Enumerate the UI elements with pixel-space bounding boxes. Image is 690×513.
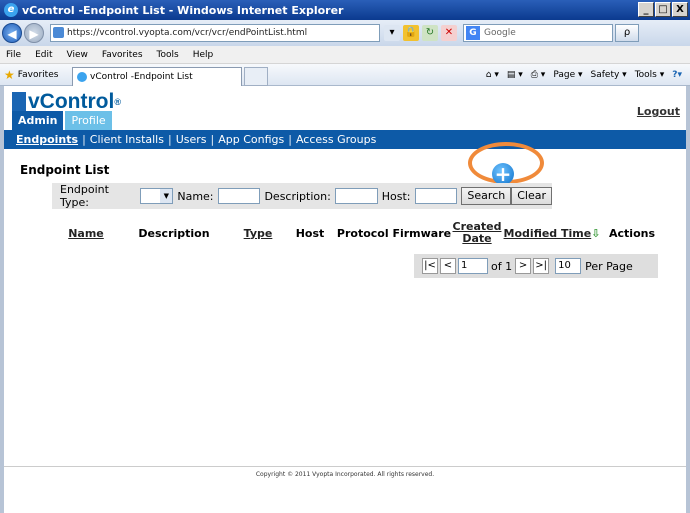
host-label: Host: bbox=[381, 189, 411, 203]
browser-tab[interactable]: vControl -Endpoint List bbox=[72, 66, 242, 86]
logo-mark-icon bbox=[12, 92, 26, 112]
ie-icon: e bbox=[4, 3, 18, 17]
window-title: vControl -Endpoint List - Windows Intern… bbox=[22, 3, 344, 17]
command-bar: ⌂ ▾ ▤ ▾ ⎙ ▾ Page ▾ Safety ▾ Tools ▾ ?▾ bbox=[486, 70, 690, 80]
menu-file[interactable]: File bbox=[6, 50, 21, 60]
col-type[interactable]: Type bbox=[232, 227, 284, 240]
url-text: https://vcontrol.vyopta.com/vcr/vcr/endP… bbox=[67, 28, 308, 38]
page-of-label: of 1 bbox=[491, 259, 513, 273]
page-title: Endpoint List bbox=[20, 163, 110, 177]
endpoint-type-select[interactable] bbox=[139, 188, 174, 204]
col-actions: Actions bbox=[609, 226, 655, 240]
host-input[interactable] bbox=[414, 188, 458, 204]
page-number-input[interactable]: 1 bbox=[458, 258, 488, 274]
minimize-button[interactable]: _ bbox=[638, 2, 654, 17]
favorites-bar: ★ Favorites vControl -Endpoint List ⌂ ▾ … bbox=[0, 64, 690, 86]
menu-view[interactable]: View bbox=[67, 50, 88, 60]
refresh-icon[interactable]: ↻ bbox=[422, 25, 438, 41]
per-page-input[interactable]: 10 bbox=[555, 258, 582, 274]
window-titlebar: e vControl -Endpoint List - Windows Inte… bbox=[0, 0, 690, 20]
tab-title: vControl -Endpoint List bbox=[90, 71, 193, 82]
name-label: Name: bbox=[177, 189, 214, 203]
app-content: vControl ® Admin Profile Logout Endpoints… bbox=[0, 86, 690, 513]
endpoint-type-label: Endpoint Type: bbox=[60, 183, 109, 209]
address-tools: ▾ 🔒 ↻ ✕ bbox=[384, 25, 457, 41]
subnav-users[interactable]: Users bbox=[172, 133, 211, 146]
feeds-icon[interactable]: ▤ ▾ bbox=[507, 70, 523, 80]
subnav-app-configs[interactable]: App Configs bbox=[214, 133, 288, 146]
search-go-icon[interactable]: ρ bbox=[615, 24, 639, 42]
pagination: |< < 1 of 1 > >| 10 Per Page bbox=[414, 254, 658, 278]
description-input[interactable] bbox=[334, 188, 378, 204]
sub-navigation: Endpoints | Client Installs | Users | App C… bbox=[4, 130, 686, 149]
favorites-label: Favorites bbox=[17, 69, 59, 80]
home-icon[interactable]: ⌂ ▾ bbox=[486, 70, 499, 80]
col-protocol-firmware: Protocol Firmware bbox=[336, 226, 452, 240]
next-page-button[interactable]: > bbox=[515, 258, 532, 274]
stop-icon[interactable]: ✕ bbox=[441, 25, 457, 41]
back-icon[interactable]: ◀ bbox=[2, 23, 22, 43]
google-icon: G bbox=[466, 26, 480, 40]
search-input[interactable]: G Google bbox=[463, 24, 613, 42]
filter-bar: Endpoint Type: Name: Description: Host: … bbox=[52, 183, 552, 209]
per-page-label: Per Page bbox=[585, 259, 633, 273]
table-header: Name Description Type Host Protocol Firm… bbox=[56, 221, 676, 245]
address-input[interactable]: https://vcontrol.vyopta.com/vcr/vcr/endP… bbox=[50, 24, 380, 42]
menu-edit[interactable]: Edit bbox=[35, 50, 52, 60]
first-page-button[interactable]: |< bbox=[422, 258, 438, 274]
tab-ie-icon bbox=[77, 71, 87, 82]
name-input[interactable] bbox=[217, 188, 261, 204]
page-icon bbox=[53, 27, 64, 38]
menu-favorites[interactable]: Favorites bbox=[102, 50, 143, 60]
col-host: Host bbox=[295, 226, 325, 240]
logout-link[interactable]: Logout bbox=[637, 105, 680, 118]
col-created-date[interactable]: Created Date bbox=[452, 221, 502, 245]
close-button[interactable]: X bbox=[672, 2, 688, 17]
print-icon[interactable]: ⎙ ▾ bbox=[531, 70, 546, 80]
page-menu[interactable]: Page ▾ bbox=[553, 70, 582, 80]
search-placeholder: Google bbox=[484, 28, 516, 38]
tab-profile[interactable]: Profile bbox=[65, 111, 112, 130]
clear-button[interactable]: Clear bbox=[511, 187, 552, 205]
tools-menu[interactable]: Tools ▾ bbox=[635, 70, 665, 80]
subnav-client-installs[interactable]: Client Installs bbox=[86, 133, 168, 146]
app-tabs: Admin Profile bbox=[12, 111, 112, 130]
safety-menu[interactable]: Safety ▾ bbox=[591, 70, 627, 80]
last-page-button[interactable]: >| bbox=[533, 258, 550, 274]
maximize-button[interactable]: □ bbox=[655, 2, 671, 17]
address-toolbar: ◀ ▶ https://vcontrol.vyopta.com/vcr/vcr/… bbox=[0, 20, 690, 46]
copyright-footer: Copyright © 2011 Vyopta Incorporated. Al… bbox=[4, 466, 686, 478]
col-modified-time[interactable]: Modified Time bbox=[504, 227, 592, 240]
description-label: Description: bbox=[264, 189, 331, 203]
menu-bar: File Edit View Favorites Tools Help bbox=[0, 46, 690, 64]
forward-icon[interactable]: ▶ bbox=[24, 23, 44, 43]
prev-page-button[interactable]: < bbox=[440, 258, 456, 274]
sort-down-icon: ⇩ bbox=[591, 226, 601, 240]
logo-registered: ® bbox=[114, 97, 121, 107]
col-description: Description bbox=[138, 226, 210, 240]
lock-icon[interactable]: 🔒 bbox=[403, 25, 419, 41]
menu-tools[interactable]: Tools bbox=[157, 50, 179, 60]
window-controls: _ □ X bbox=[638, 2, 688, 17]
add-endpoint-icon[interactable]: + bbox=[492, 163, 514, 185]
subnav-access-groups[interactable]: Access Groups bbox=[292, 133, 380, 146]
help-icon[interactable]: ?▾ bbox=[672, 70, 682, 80]
col-name[interactable]: Name bbox=[56, 227, 116, 240]
col-modified-time-group: Modified Time⇩ bbox=[502, 227, 602, 240]
tab-admin[interactable]: Admin bbox=[12, 111, 64, 130]
new-tab-button[interactable] bbox=[244, 66, 268, 86]
subnav-endpoints[interactable]: Endpoints bbox=[12, 133, 82, 146]
star-icon: ★ bbox=[4, 67, 15, 82]
search-button[interactable]: Search bbox=[461, 187, 512, 205]
favorites-button[interactable]: ★ Favorites bbox=[0, 68, 72, 82]
dropdown-icon[interactable]: ▾ bbox=[384, 25, 400, 41]
menu-help[interactable]: Help bbox=[193, 50, 214, 60]
